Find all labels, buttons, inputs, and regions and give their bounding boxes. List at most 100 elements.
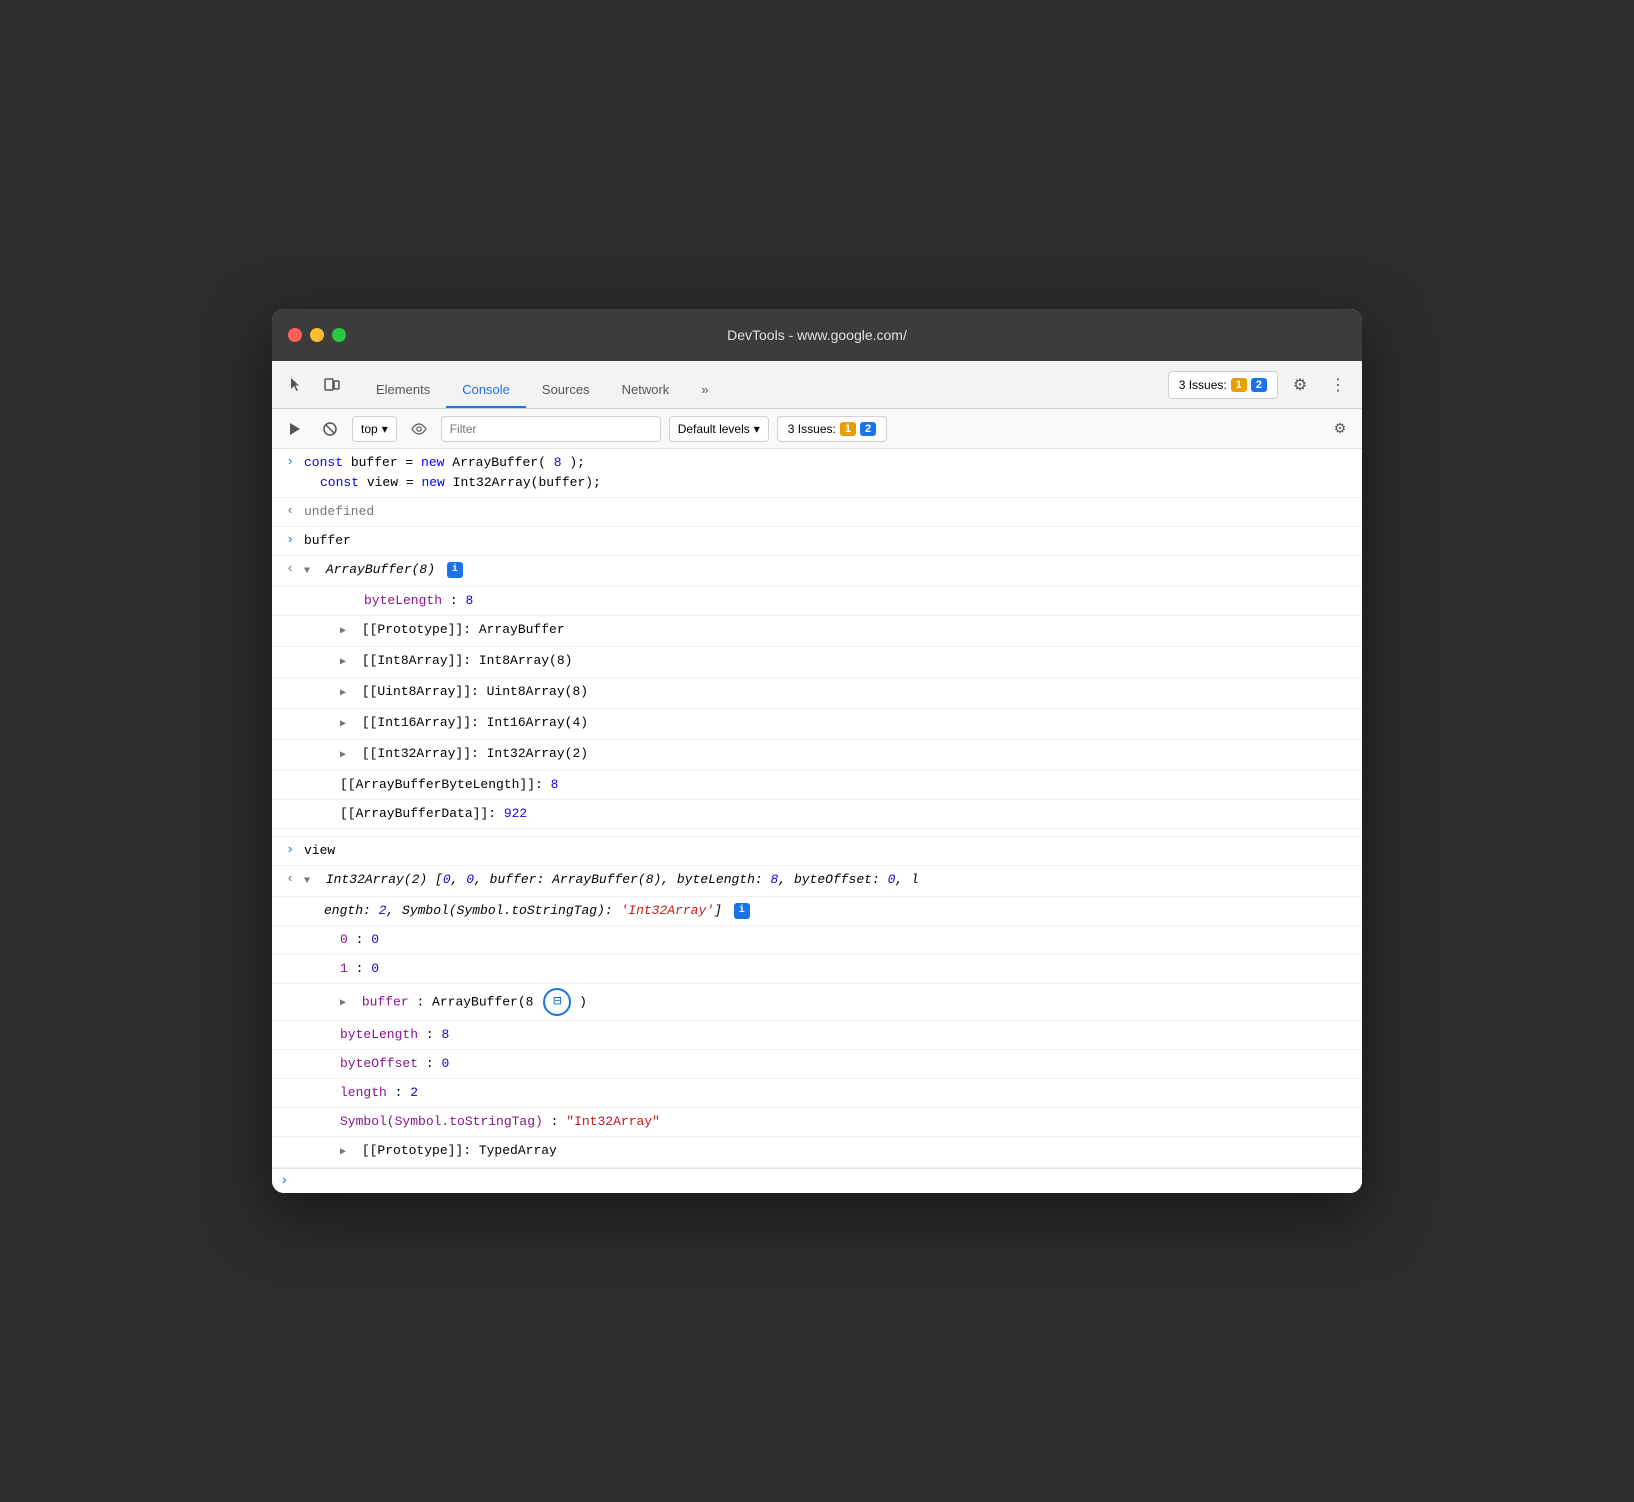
line-prefix [272,986,300,989]
line-content: ▶ buffer : ArrayBuffer(8 ⊟ ) [300,986,1362,1018]
line-content: ▶ [[Uint8Array]]: Uint8Array(8) [300,680,1362,706]
devtools-window: DevTools - www.google.com/ Elements Cons… [272,309,1362,1193]
inspect-element-button[interactable] [280,369,312,401]
tab-sources[interactable]: Sources [526,372,606,408]
expand-icon[interactable]: ▼ [304,562,316,582]
filter-input[interactable] [441,416,661,442]
arraybuffer-bufferdata: [[ArrayBufferData]]: 922 [272,800,1362,829]
int32-prop-1: 1 : 0 [272,955,1362,984]
info-icon-2[interactable]: i [734,903,750,919]
line-content: byteLength : 8 [300,1023,1362,1047]
close-button[interactable] [288,328,302,342]
more-options-button[interactable]: ⋮ [1322,369,1354,401]
line-content: byteLength : 8 [324,589,1362,613]
arraybuffer-prototype: ▶ [[Prototype]]: ArrayBuffer [272,616,1362,647]
expand-icon[interactable]: ▶ [340,994,352,1014]
maximize-button[interactable] [332,328,346,342]
toolbar-right: 3 Issues: 1 2 ⚙ ⋮ [1168,369,1354,401]
run-button[interactable] [280,415,308,443]
levels-selector[interactable]: Default levels ▾ [669,416,769,442]
tab-more[interactable]: » [685,372,724,408]
keyword-new2: new [421,475,444,490]
prop-bytelength2: byteLength [340,1027,418,1042]
line-content: view [300,839,1362,863]
levels-label: Default levels [678,422,750,436]
tab-network[interactable]: Network [606,372,686,408]
info-icon[interactable]: i [447,562,463,578]
int32-prop-0: 0 : 0 [272,926,1362,955]
line-prefix [272,773,300,776]
warning-badge-sm: 1 [840,422,856,436]
context-label: top [361,422,378,436]
line-content: ▶ [[Prototype]]: TypedArray [300,1139,1362,1165]
console-output-arraybuffer: ‹ ▼ ArrayBuffer(8) i [272,556,1362,587]
line-content: 0 : 0 [300,928,1362,952]
console-input-view[interactable]: › view [272,837,1362,866]
chevron-down-icon: ▾ [382,422,388,436]
expand-icon[interactable]: ▶ [340,1143,352,1163]
line-prefix [272,928,300,931]
line-content: [[ArrayBufferByteLength]]: 8 [300,773,1362,797]
val-8b: 8 [551,777,559,792]
line-prefix [296,589,324,592]
prop-0: 0 [340,932,348,947]
expand-icon[interactable]: ▶ [340,715,352,735]
line-prefix: › [272,839,300,857]
line-content: byteOffset : 0 [300,1052,1362,1076]
warning-badge: 1 [1231,378,1247,392]
line-prefix [272,742,300,745]
line-prefix: ‹ [272,868,300,886]
line-prefix [272,618,300,621]
traffic-lights [288,328,346,342]
val-2: 2 [410,1085,418,1100]
expand-icon[interactable]: ▶ [340,653,352,673]
expand-icon[interactable]: ▶ [340,622,352,642]
eye-button[interactable] [405,415,433,443]
console-settings-button[interactable]: ⚙ [1326,415,1354,443]
play-icon [286,421,302,437]
line-prefix [272,1081,300,1084]
console-input-area[interactable]: › [272,1168,1362,1193]
prop-buffer: buffer [362,994,409,1009]
chevron-down-icon: ▾ [754,422,760,436]
view-label: view [304,843,335,858]
line-content: [[ArrayBufferData]]: 922 [300,802,1362,826]
keyword-const: const [304,455,343,470]
line-content: buffer [300,529,1362,553]
context-selector[interactable]: top ▾ [352,416,397,442]
val-8: 8 [465,593,473,608]
val-8c: 8 [441,1027,449,1042]
line-prefix [272,899,300,902]
line-content: ▶ [[Int16Array]]: Int16Array(4) [300,711,1362,737]
separator [272,829,1362,837]
titlebar: DevTools - www.google.com/ [272,309,1362,361]
console-input-line-1[interactable]: › const buffer = new ArrayBuffer( 8 ); c… [272,449,1362,498]
line-content: undefined [300,500,1362,524]
line-content: ength: 2, Symbol(Symbol.toStringTag): 'I… [300,899,1362,923]
clear-icon [322,421,338,437]
line-content: ▶ [[Prototype]]: ArrayBuffer [300,618,1362,644]
line-content: length : 2 [300,1081,1362,1105]
buffer-label: buffer [304,533,351,548]
expand-icon[interactable]: ▶ [340,684,352,704]
expand-icon[interactable]: ▼ [304,872,316,892]
settings-button[interactable]: ⚙ [1284,369,1316,401]
console-input-buffer[interactable]: › buffer [272,527,1362,556]
console-issues-button[interactable]: 3 Issues: 1 2 [777,416,887,442]
arraybuffer-bytelength: byteLength : 8 [272,587,1362,616]
tab-bar: Elements Console Sources Network » [360,361,1164,408]
tab-elements[interactable]: Elements [360,372,446,408]
minimize-button[interactable] [310,328,324,342]
device-toggle-button[interactable] [316,369,348,401]
clear-button[interactable] [316,415,344,443]
expand-icon[interactable]: ▶ [340,746,352,766]
tab-console[interactable]: Console [446,372,526,408]
issues-button[interactable]: 3 Issues: 1 2 [1168,371,1278,399]
store-as-variable-badge[interactable]: ⊟ [543,988,571,1016]
console-output-int32array: ‹ ▼ Int32Array(2) [0, 0, buffer: ArrayBu… [272,866,1362,897]
keyword-new: new [421,455,444,470]
cursor-prompt: › [280,1173,288,1189]
int32-prop-buffer: ▶ buffer : ArrayBuffer(8 ⊟ ) [272,984,1362,1021]
issues-label: 3 Issues: [1179,378,1227,392]
info-badge: 2 [1251,378,1267,392]
